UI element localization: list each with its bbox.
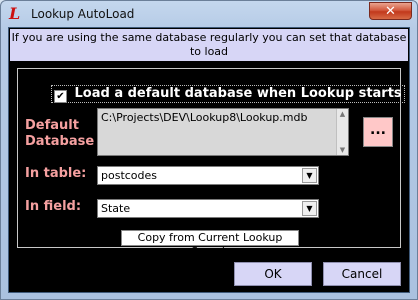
- browse-database-button[interactable]: ...: [363, 117, 393, 147]
- scroll-up-icon[interactable]: ▲: [337, 110, 348, 118]
- autoload-checkbox-label[interactable]: Load a default database when Lookup star…: [75, 86, 402, 101]
- in-field-select[interactable]: State ▼: [97, 199, 319, 218]
- default-database-label: Default Database: [25, 118, 94, 150]
- close-icon: ✕: [385, 4, 396, 19]
- copy-from-current-search-button[interactable]: Copy from Current Lookup Search: [121, 230, 299, 258]
- in-table-select[interactable]: postcodes ▼: [97, 166, 319, 185]
- scroll-down-icon[interactable]: ▼: [337, 146, 348, 154]
- in-field-label: In field:: [25, 199, 82, 214]
- dialog-client-area: If you are using the same database regul…: [8, 27, 410, 293]
- in-table-label: In table:: [25, 166, 87, 181]
- default-database-label-line-1: Default: [25, 118, 79, 133]
- dialog-window: L Lookup AutoLoad ✕ If you are using the…: [0, 0, 418, 300]
- chevron-down-icon[interactable]: ▼: [302, 168, 317, 183]
- default-database-path-value: C:\Projects\DEV\Lookup8\Lookup.mdb: [101, 111, 308, 124]
- path-field-scrollbar[interactable]: ▲ ▼: [336, 109, 348, 155]
- default-database-path-field[interactable]: C:\Projects\DEV\Lookup8\Lookup.mdb ▲ ▼: [97, 108, 349, 156]
- default-database-label-line-2: Database: [25, 134, 95, 149]
- chevron-down-icon[interactable]: ▼: [302, 201, 317, 216]
- autoload-checkbox-row[interactable]: ✔ Load a default database when Lookup st…: [51, 85, 405, 103]
- autoload-checkbox[interactable]: ✔: [54, 90, 67, 103]
- info-text-line-1: If you are using the same database regul…: [11, 31, 407, 58]
- cancel-button[interactable]: Cancel: [323, 262, 401, 286]
- info-banner: If you are using the same database regul…: [10, 29, 408, 72]
- close-button[interactable]: ✕: [369, 2, 412, 20]
- lookup-app-icon: L: [9, 4, 21, 23]
- window-title: Lookup AutoLoad: [31, 7, 135, 21]
- in-table-selected-value: postcodes: [101, 169, 158, 182]
- ok-button[interactable]: OK: [234, 262, 312, 286]
- in-field-selected-value: State: [101, 202, 131, 215]
- title-bar[interactable]: L Lookup AutoLoad ✕: [1, 1, 417, 27]
